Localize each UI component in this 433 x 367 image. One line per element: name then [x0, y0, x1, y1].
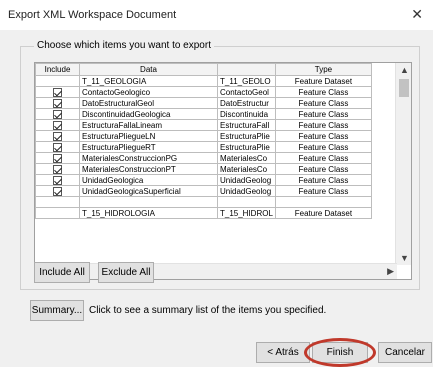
name-cell: T_15_HIDROL: [217, 207, 276, 219]
group-label: Choose which items you want to export: [34, 40, 214, 51]
type-cell: Feature Class: [274, 108, 372, 120]
type-cell: Feature Class: [274, 152, 372, 164]
close-icon[interactable]: ✕: [411, 6, 423, 23]
back-button[interactable]: < Atrás: [256, 342, 310, 363]
table-row[interactable]: DiscontinuidadGeologica Discontinuida Feat…: [35, 108, 372, 120]
name-cell: T_11_GEOLO: [217, 75, 276, 87]
include-cell: [35, 163, 80, 175]
table-row[interactable]: T_15_HIDROLOGIA T_15_HIDROL Feature Datase…: [35, 207, 372, 219]
summary-hint-text: Click to see a summary list of the items…: [89, 305, 327, 316]
name-cell: EstructuraPlie: [217, 130, 276, 142]
name-cell: Discontinuida: [217, 108, 276, 120]
vertical-scrollbar[interactable]: ▲ ▼: [395, 63, 411, 265]
table-row[interactable]: EstructuraPliegueRT EstructuraPlie Feature…: [35, 141, 372, 153]
type-cell: Feature Class: [274, 185, 372, 197]
scroll-right-icon[interactable]: ▶: [387, 266, 394, 277]
data-cell: DatoEstructuralGeol: [79, 97, 218, 109]
table-row[interactable]: EstructuraFallaLineam EstructuraFall Featu…: [35, 119, 372, 131]
column-header-type[interactable]: Type: [274, 63, 372, 76]
type-cell: Feature Class: [274, 119, 372, 131]
include-checkbox[interactable]: [53, 109, 62, 119]
data-cell: UnidadGeologica: [79, 174, 218, 186]
column-header-include[interactable]: Include: [35, 63, 80, 76]
name-cell: MaterialesCo: [217, 152, 276, 164]
table-row[interactable]: MaterialesConstruccionPT MaterialesCo Feat…: [35, 163, 372, 175]
include-cell: [35, 75, 80, 87]
scroll-up-icon[interactable]: ▲: [400, 65, 409, 75]
type-cell: [274, 196, 372, 208]
table-row[interactable]: EstructuraPliegueLN EstructuraPlie Feature…: [35, 130, 372, 142]
name-cell: EstructuraFall: [217, 119, 276, 131]
name-cell: EstructuraPlie: [217, 141, 276, 153]
include-cell: [35, 108, 80, 120]
export-items-grid: Include Data Type T_11_GEOLOGIA T_11_GEOL…: [34, 62, 412, 280]
name-cell: [217, 196, 276, 208]
table-row[interactable]: ContactoGeologico ContactoGeol Feature Cla…: [35, 86, 372, 98]
include-cell: [35, 196, 80, 208]
include-checkbox[interactable]: [53, 164, 62, 174]
table-row[interactable]: UnidadGeologicaSuperficial UnidadGeolog Fe…: [35, 185, 372, 197]
include-cell: [35, 207, 80, 219]
data-cell: DiscontinuidadGeologica: [79, 108, 218, 120]
name-cell: MaterialesCo: [217, 163, 276, 175]
table-row[interactable]: T_11_GEOLOGIA T_11_GEOLO Feature Dataset: [35, 75, 372, 87]
include-checkbox[interactable]: [53, 142, 62, 152]
data-cell: T_15_HIDROLOGIA: [79, 207, 218, 219]
include-cell: [35, 130, 80, 142]
type-cell: Feature Class: [274, 86, 372, 98]
type-cell: Feature Class: [274, 130, 372, 142]
include-checkbox[interactable]: [53, 153, 62, 163]
data-cell: MaterialesConstruccionPT: [79, 163, 218, 175]
data-cell: ContactoGeologico: [79, 86, 218, 98]
exclude-all-button[interactable]: Exclude All: [98, 262, 154, 283]
type-cell: Feature Class: [274, 97, 372, 109]
data-cell: [79, 196, 218, 208]
data-cell: MaterialesConstruccionPG: [79, 152, 218, 164]
cancel-button[interactable]: Cancelar: [378, 342, 432, 363]
include-cell: [35, 185, 80, 197]
include-cell: [35, 174, 80, 186]
table-row[interactable]: UnidadGeologica UnidadGeolog Feature Class: [35, 174, 372, 186]
include-checkbox[interactable]: [53, 120, 62, 130]
include-checkbox[interactable]: [53, 87, 62, 97]
vertical-scroll-thumb[interactable]: [399, 79, 409, 97]
include-cell: [35, 86, 80, 98]
include-checkbox[interactable]: [53, 98, 62, 108]
data-cell: T_11_GEOLOGIA: [79, 75, 218, 87]
name-cell: DatoEstructur: [217, 97, 276, 109]
data-cell: EstructuraPliegueRT: [79, 141, 218, 153]
name-cell: ContactoGeol: [217, 86, 276, 98]
table-row[interactable]: DatoEstructuralGeol DatoEstructur Feature …: [35, 97, 372, 109]
include-cell: [35, 97, 80, 109]
summary-button[interactable]: Summary...: [30, 300, 84, 321]
type-cell: Feature Dataset: [274, 75, 372, 87]
column-header-data[interactable]: Data: [79, 63, 218, 76]
table-row[interactable]: [35, 196, 372, 208]
data-cell: EstructuraFallaLineam: [79, 119, 218, 131]
table-row[interactable]: MaterialesConstruccionPG MaterialesCo Feat…: [35, 152, 372, 164]
type-cell: Feature Class: [274, 174, 372, 186]
scroll-down-icon[interactable]: ▼: [400, 253, 409, 263]
include-checkbox[interactable]: [53, 186, 62, 196]
data-cell: UnidadGeologicaSuperficial: [79, 185, 218, 197]
include-cell: [35, 152, 80, 164]
type-cell: Feature Class: [274, 163, 372, 175]
column-header-name[interactable]: [217, 63, 276, 76]
include-cell: [35, 119, 80, 131]
window-title: Export XML Workspace Document: [8, 9, 177, 21]
include-checkbox[interactable]: [53, 175, 62, 185]
name-cell: UnidadGeolog: [217, 174, 276, 186]
include-all-button[interactable]: Include All: [34, 262, 90, 283]
include-cell: [35, 141, 80, 153]
table-header-row: Include Data Type: [35, 63, 372, 76]
title-bar: Export XML Workspace Document ✕: [0, 0, 433, 30]
name-cell: UnidadGeolog: [217, 185, 276, 197]
items-table: Include Data Type T_11_GEOLOGIA T_11_GEOL…: [35, 63, 372, 219]
include-checkbox[interactable]: [53, 131, 62, 141]
data-cell: EstructuraPliegueLN: [79, 130, 218, 142]
finish-highlight-ring: [304, 338, 376, 367]
type-cell: Feature Dataset: [274, 207, 372, 219]
type-cell: Feature Class: [274, 141, 372, 153]
